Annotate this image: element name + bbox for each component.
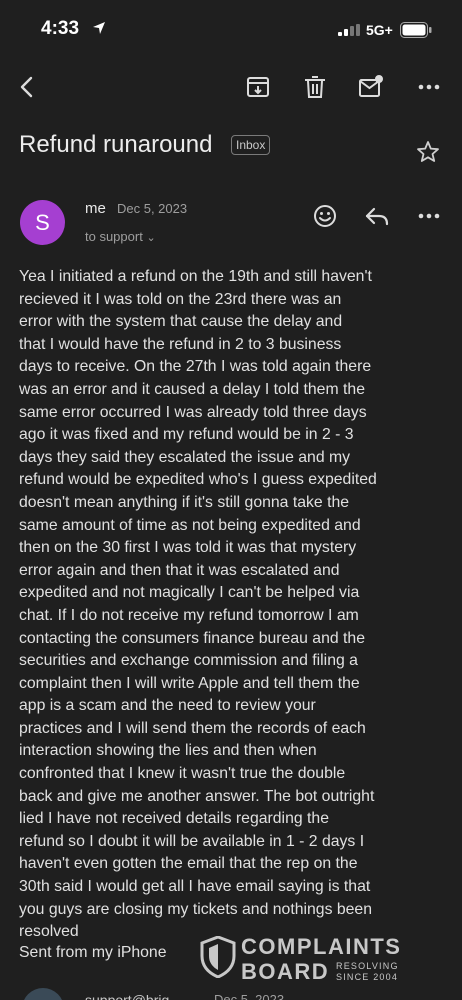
back-button[interactable] [15, 74, 41, 100]
location-arrow-icon [93, 22, 105, 34]
archive-icon [247, 77, 269, 97]
watermark-line1: COMPLAINTS [241, 934, 402, 959]
watermark-tagline2: SINCE 2004 [336, 972, 399, 982]
next-message-date: Dec 5, 2023 [214, 992, 285, 1000]
back-arrow-icon [20, 76, 33, 98]
recipient-label: to support [85, 229, 143, 244]
status-bar: 4:33 5G+ [0, 0, 462, 60]
more-options-button[interactable] [416, 74, 442, 100]
star-icon[interactable] [416, 140, 440, 164]
shield-logo-icon [200, 936, 236, 978]
emoji-react-icon [314, 205, 336, 227]
watermark-line2: BOARD [241, 959, 330, 984]
email-body: Yea I initiated a refund on the 19th and… [19, 268, 377, 941]
next-message-header[interactable]: support@brig Dec 5, 2023 [0, 988, 462, 1000]
cellular-signal-icon [338, 24, 360, 36]
complaints-board-watermark: COMPLAINTS BOARD RESOLVING SINCE 2004 [200, 934, 430, 984]
sender-name: me [85, 200, 106, 217]
archive-button[interactable] [245, 74, 271, 100]
chevron-down-icon: ⌄ [146, 232, 156, 244]
next-sender-name: support@brig [85, 992, 170, 1000]
recipient-details[interactable]: to support ⌄ [85, 229, 156, 244]
trash-icon [305, 76, 325, 98]
watermark-tagline1: RESOLVING [336, 961, 399, 971]
battery-icon [400, 22, 432, 38]
message-toolbar [0, 62, 462, 112]
mark-unread-icon [359, 75, 383, 97]
add-reaction-button[interactable] [312, 203, 338, 229]
network-type: 5G+ [366, 22, 393, 38]
more-horizontal-icon [418, 213, 440, 219]
email-signature: Sent from my iPhone [19, 944, 167, 961]
mark-unread-button[interactable] [358, 74, 384, 100]
more-horizontal-icon [418, 84, 440, 90]
email-date: Dec 5, 2023 [117, 201, 188, 216]
email-subject: Refund runaround [19, 131, 213, 158]
status-time: 4:33 [41, 18, 80, 39]
inbox-label-chip[interactable]: Inbox [231, 135, 271, 155]
reply-icon [365, 207, 389, 226]
delete-button[interactable] [302, 74, 328, 100]
reply-button[interactable] [364, 203, 390, 229]
message-more-button[interactable] [416, 203, 442, 229]
sender-avatar[interactable]: S [20, 200, 65, 245]
next-sender-avatar [22, 988, 64, 1000]
